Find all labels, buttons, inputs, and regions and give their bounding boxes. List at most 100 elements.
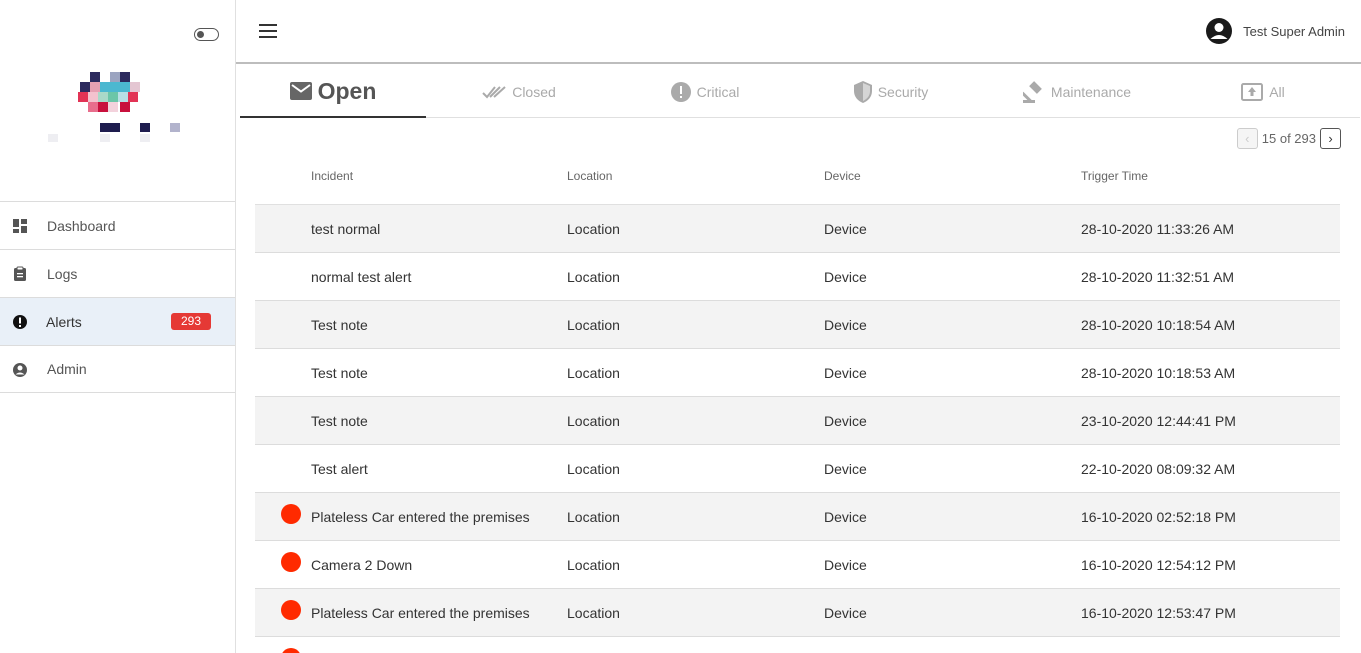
tab-open[interactable]: Open [240, 66, 426, 118]
critical-indicator-icon [281, 552, 301, 572]
table-row[interactable] [255, 637, 1340, 653]
critical-indicator-icon [281, 600, 301, 620]
trigger-time-cell: 28-10-2020 11:32:51 AM [1081, 269, 1235, 285]
trigger-time-cell: 28-10-2020 10:18:54 AM [1081, 317, 1236, 333]
sidebar-item-label: Alerts [46, 313, 82, 330]
table-row[interactable]: Camera 2 Down Location Device 16-10-2020 12… [255, 541, 1340, 589]
tab-label: Closed [512, 84, 556, 100]
table-row[interactable]: test normal Location Device 28-10-2020 11:3… [255, 205, 1340, 253]
location-cell: Location [567, 605, 620, 621]
location-cell: Location [567, 269, 620, 285]
device-cell: Device [824, 221, 867, 237]
alerts-table: Incident Location Device Trigger Time te… [255, 148, 1340, 653]
incident-cell: Test note [311, 317, 368, 333]
sidebar: Dashboard Logs Alerts 293 Admin [0, 0, 236, 653]
incident-cell: Test alert [311, 461, 368, 477]
device-cell: Device [824, 269, 867, 285]
sidebar-item-label: Admin [47, 361, 87, 377]
alerts-count-badge: 293 [171, 313, 211, 330]
tab-closed[interactable]: Closed [426, 66, 612, 118]
table-row[interactable]: normal test alert Location Device 28-10-202… [255, 253, 1340, 301]
incident-cell: Plateless Car entered the premises [311, 605, 530, 621]
column-header-location[interactable]: Location [567, 169, 612, 183]
sidebar-item-alerts[interactable]: Alerts 293 [0, 297, 235, 345]
menu-icon[interactable] [259, 24, 277, 40]
device-cell: Device [824, 317, 867, 333]
gavel-icon [1022, 81, 1042, 103]
column-header-trigger-time[interactable]: Trigger Time [1081, 169, 1148, 183]
sidebar-item-label: Logs [47, 265, 78, 282]
column-header-device[interactable]: Device [824, 169, 861, 183]
incident-cell: Plateless Car entered the premises [311, 509, 530, 525]
location-cell: Location [567, 509, 620, 525]
trigger-time-cell: 16-10-2020 12:53:47 PM [1081, 605, 1236, 621]
incident-cell: Test note [311, 413, 368, 429]
table-row[interactable]: Test alert Location Device 22-10-2020 08:09… [255, 445, 1340, 493]
device-cell: Device [824, 557, 867, 573]
upload-box-icon [1241, 83, 1264, 101]
table-row[interactable]: Test note Location Device 23-10-2020 12:44:… [255, 397, 1340, 445]
incident-cell: Test note [311, 365, 368, 381]
table-row[interactable]: Test note Location Device 28-10-2020 10:18:… [255, 301, 1340, 349]
critical-indicator-icon [281, 504, 301, 524]
trigger-time-cell: 16-10-2020 12:54:12 PM [1081, 557, 1236, 573]
prev-page-button[interactable]: ‹ [1236, 128, 1258, 149]
critical-indicator-icon [281, 648, 301, 653]
user-menu[interactable]: Test Super Admin [1205, 17, 1345, 45]
tab-label: Open [317, 77, 377, 104]
location-cell: Location [567, 221, 620, 237]
device-cell: Device [824, 365, 867, 381]
incident-cell: test normal [311, 221, 381, 237]
logo [48, 72, 183, 144]
trigger-time-cell: 23-10-2020 12:44:41 PM [1081, 413, 1236, 429]
incident-cell: normal test alert [311, 269, 412, 285]
incident-cell: Camera 2 Down [311, 557, 413, 573]
tab-critical[interactable]: Critical [612, 66, 798, 118]
avatar [1206, 18, 1233, 44]
clipboard-icon [14, 266, 26, 281]
tab-label: All [1269, 84, 1285, 100]
table-header: Incident Location Device Trigger Time [255, 148, 1340, 205]
next-page-button[interactable]: › [1320, 128, 1341, 149]
account-circle-icon [13, 363, 27, 377]
shield-icon [853, 81, 872, 103]
trigger-time-cell: 28-10-2020 11:33:26 AM [1081, 221, 1235, 237]
device-cell: Device [824, 413, 867, 429]
sidebar-nav: Dashboard Logs Alerts 293 Admin [0, 201, 235, 393]
tab-maintenance[interactable]: Maintenance [984, 66, 1170, 118]
location-cell: Location [567, 365, 620, 381]
theme-toggle[interactable] [194, 28, 219, 41]
sidebar-item-admin[interactable]: Admin [0, 345, 235, 393]
sidebar-item-logs[interactable]: Logs [0, 249, 235, 297]
trigger-time-cell: 22-10-2020 08:09:32 AM [1081, 461, 1236, 477]
mail-icon [289, 82, 312, 100]
user-name: Test Super Admin [1243, 23, 1345, 39]
table-row[interactable]: Plateless Car entered the premises Locati… [255, 589, 1340, 637]
device-cell: Device [824, 461, 867, 477]
sidebar-item-label: Dashboard [47, 217, 116, 234]
location-cell: Location [567, 557, 620, 573]
table-body: test normal Location Device 28-10-2020 11:3… [255, 205, 1340, 653]
sidebar-item-dashboard[interactable]: Dashboard [0, 201, 235, 249]
top-header: Test Super Admin [236, 0, 1361, 64]
dashboard-icon [13, 219, 27, 233]
table-row[interactable]: Plateless Car entered the premises Locati… [255, 493, 1340, 541]
location-cell: Location [567, 461, 620, 477]
device-cell: Device [824, 605, 867, 621]
trigger-time-cell: 28-10-2020 10:18:53 AM [1081, 365, 1236, 381]
tab-label: Security [877, 84, 929, 100]
alert-tabs: Open Closed Critical Security Maintenanc… [240, 66, 1360, 118]
pagination: ‹ 15 of 293 › [1236, 128, 1341, 149]
toggle-knob [197, 30, 204, 38]
column-header-incident[interactable]: Incident [311, 169, 353, 183]
exclamation-icon [670, 82, 691, 102]
alert-circle-icon [13, 315, 27, 329]
tab-security[interactable]: Security [798, 66, 984, 118]
tab-all[interactable]: All [1170, 66, 1356, 118]
location-cell: Location [567, 317, 620, 333]
tab-label: Maintenance [1050, 84, 1132, 100]
table-row[interactable]: Test note Location Device 28-10-2020 10:18:… [255, 349, 1340, 397]
trigger-time-cell: 16-10-2020 02:52:18 PM [1081, 509, 1236, 525]
device-cell: Device [824, 509, 867, 525]
page-count: 15 of 293 [1261, 131, 1316, 146]
